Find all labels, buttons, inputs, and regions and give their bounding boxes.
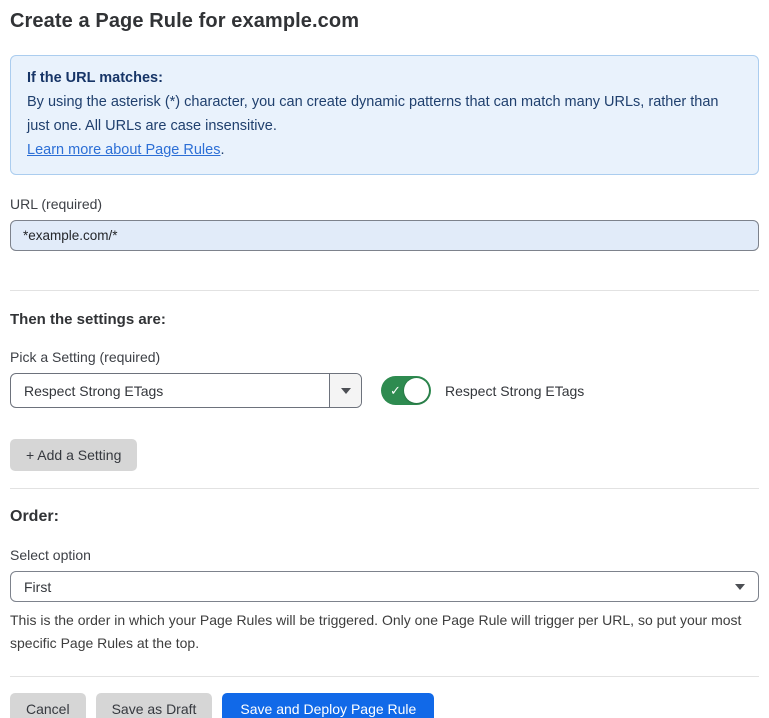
check-icon: ✓ xyxy=(390,384,401,397)
add-setting-button[interactable]: + Add a Setting xyxy=(10,439,137,471)
setting-select-value: Respect Strong ETags xyxy=(11,374,329,407)
setting-toggle[interactable]: ✓ xyxy=(381,376,431,405)
page-title: Create a Page Rule for example.com xyxy=(10,10,759,33)
url-input[interactable] xyxy=(10,220,759,251)
cancel-button[interactable]: Cancel xyxy=(10,693,86,718)
section-divider xyxy=(10,488,759,489)
footer-divider xyxy=(10,676,759,677)
order-help-text: This is the order in which your Page Rul… xyxy=(10,609,755,655)
pick-setting-label: Pick a Setting (required) xyxy=(10,349,759,365)
setting-toggle-group: ✓ Respect Strong ETags xyxy=(381,376,584,405)
section-divider xyxy=(10,290,759,291)
toggle-knob xyxy=(404,378,429,403)
url-field-label: URL (required) xyxy=(10,196,759,212)
order-select-label: Select option xyxy=(10,547,759,563)
order-select-value: First xyxy=(24,579,735,595)
info-box-heading: If the URL matches: xyxy=(27,66,742,90)
learn-more-link[interactable]: Learn more about Page Rules xyxy=(27,142,220,158)
setting-toggle-label: Respect Strong ETags xyxy=(445,383,584,399)
chevron-down-icon xyxy=(341,388,351,394)
save-and-deploy-button[interactable]: Save and Deploy Page Rule xyxy=(222,693,434,718)
settings-section-heading: Then the settings are: xyxy=(10,311,759,328)
info-box-link-line: Learn more about Page Rules. xyxy=(27,138,742,162)
setting-select-caret-button[interactable] xyxy=(329,374,361,407)
info-box-body: By using the asterisk (*) character, you… xyxy=(27,90,742,138)
url-matches-info-box: If the URL matches: By using the asteris… xyxy=(10,55,759,175)
link-suffix: . xyxy=(220,142,224,158)
save-as-draft-button[interactable]: Save as Draft xyxy=(96,693,213,718)
order-select[interactable]: First xyxy=(10,571,759,602)
footer-buttons: Cancel Save as Draft Save and Deploy Pag… xyxy=(10,693,759,718)
create-page-rule-form: Create a Page Rule for example.com If th… xyxy=(0,0,769,718)
order-section-heading: Order: xyxy=(10,508,759,526)
setting-select[interactable]: Respect Strong ETags xyxy=(10,373,362,408)
setting-row: Respect Strong ETags ✓ Respect Strong ET… xyxy=(10,373,759,408)
chevron-down-icon xyxy=(735,584,745,590)
